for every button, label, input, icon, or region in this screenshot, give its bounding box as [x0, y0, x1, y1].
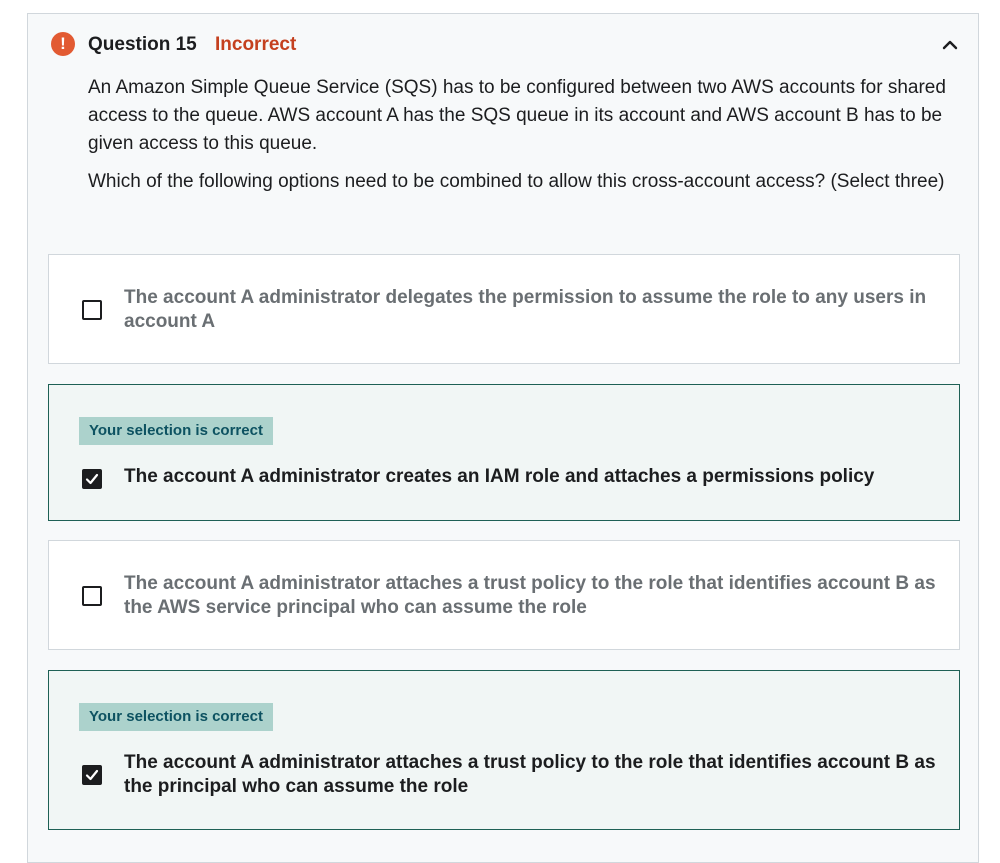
option-checkbox[interactable]	[82, 300, 102, 320]
checkmark-icon	[85, 473, 99, 485]
result-status: Incorrect	[215, 34, 297, 55]
collapse-button[interactable]	[936, 32, 964, 60]
option-checkbox[interactable]	[82, 765, 102, 785]
chevron-up-icon	[942, 40, 958, 50]
option-text: The account A administrator creates an I…	[124, 466, 875, 487]
option-text: The account A administrator attaches a t…	[124, 573, 936, 618]
answer-option[interactable]: The account A administrator attaches a t…	[48, 540, 960, 650]
checkmark-icon	[85, 769, 99, 781]
alert-icon: !	[51, 32, 75, 56]
question-header[interactable]: ! Question 15 Incorrect	[28, 14, 978, 76]
prompt-paragraph: Which of the following options need to b…	[88, 171, 945, 192]
correct-selection-badge: Your selection is correct	[79, 417, 273, 445]
option-checkbox[interactable]	[82, 469, 102, 489]
answer-option[interactable]: The account A administrator delegates th…	[48, 254, 960, 364]
answer-option[interactable]: Your selection is correct The account A …	[48, 670, 960, 830]
correct-selection-badge: Your selection is correct	[79, 703, 273, 731]
question-number: Question 15	[88, 34, 197, 55]
answer-option[interactable]: Your selection is correct The account A …	[48, 384, 960, 521]
option-text: The account A administrator delegates th…	[124, 287, 927, 332]
option-checkbox[interactable]	[82, 586, 102, 606]
question-panel: ! Question 15 Incorrect An Amazon Simple…	[27, 13, 979, 863]
question-prompt: An Amazon Simple Queue Service (SQS) has…	[88, 74, 968, 206]
prompt-paragraph: An Amazon Simple Queue Service (SQS) has…	[88, 77, 946, 154]
option-text: The account A administrator attaches a t…	[124, 752, 936, 797]
